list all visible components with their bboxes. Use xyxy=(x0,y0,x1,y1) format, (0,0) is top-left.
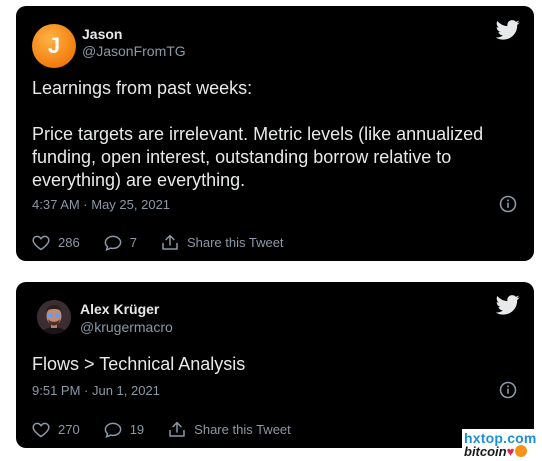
share-icon xyxy=(169,421,185,437)
info-icon[interactable] xyxy=(499,195,517,213)
tweet-actions: 270 19 Share this Tweet xyxy=(32,421,291,438)
share-button[interactable]: Share this Tweet xyxy=(168,421,291,438)
tweet-timestamp[interactable]: 4:37 AM · May 25, 2021 xyxy=(32,197,170,212)
like-count: 286 xyxy=(58,235,80,250)
avatar[interactable] xyxy=(37,300,71,334)
avatar[interactable]: J xyxy=(32,24,76,68)
reply-button[interactable]: 19 xyxy=(104,422,144,438)
reply-count: 7 xyxy=(129,235,137,250)
author-name[interactable]: Jason xyxy=(82,26,122,42)
reply-icon xyxy=(104,422,122,438)
like-button[interactable]: 270 xyxy=(32,422,80,438)
tweet-card[interactable]: Alex Krüger @krugermacro Flows > Technic… xyxy=(16,282,534,448)
tweet-text-line: everything) are everything. xyxy=(32,170,246,190)
share-icon xyxy=(162,234,178,250)
tweet-actions: 286 7 Share this Tweet xyxy=(32,234,284,251)
tweet-text-line: Price targets are irrelevant. Metric lev… xyxy=(32,124,484,144)
reply-count: 19 xyxy=(129,422,145,437)
avatar-photo xyxy=(37,300,71,334)
twitter-bird-icon[interactable] xyxy=(496,20,520,40)
like-count: 270 xyxy=(58,422,80,437)
tweet-card[interactable]: J Jason @JasonFromTG Learnings from past… xyxy=(16,6,534,261)
avatar-letter: J xyxy=(47,33,61,58)
author-handle[interactable]: @krugermacro xyxy=(80,319,173,335)
bitcoin-logo-icon xyxy=(515,445,528,457)
tweet-text: Flows > Technical Analysis xyxy=(32,353,245,376)
heart-icon xyxy=(32,235,50,250)
watermark: hxtop.com bitcoin♥ xyxy=(462,429,540,461)
author-name[interactable]: Alex Krüger xyxy=(80,301,159,317)
like-button[interactable]: 286 xyxy=(32,235,80,251)
author-handle[interactable]: @JasonFromTG xyxy=(82,43,186,59)
watermark-brand: bitcoin xyxy=(464,444,507,459)
reply-icon xyxy=(104,235,122,251)
twitter-bird-icon[interactable] xyxy=(496,295,520,315)
tweet-timestamp[interactable]: 9:51 PM · Jun 1, 2021 xyxy=(32,383,160,398)
reply-button[interactable]: 7 xyxy=(104,235,137,251)
tweet-text-line: funding, open interest, outstanding borr… xyxy=(32,147,452,167)
share-button[interactable]: Share this Tweet xyxy=(161,234,284,251)
tweet-text-line: Learnings from past weeks: xyxy=(32,78,253,98)
tweet-text-line: Flows > Technical Analysis xyxy=(32,354,246,374)
tweet-text: Learnings from past weeks: Price targets… xyxy=(32,77,483,192)
watermark-brand-row: bitcoin♥ xyxy=(464,444,528,459)
share-label: Share this Tweet xyxy=(194,422,291,437)
info-icon[interactable] xyxy=(499,381,517,399)
share-label: Share this Tweet xyxy=(186,235,284,250)
heart-icon xyxy=(32,422,50,437)
heart-icon: ♥ xyxy=(506,444,515,459)
